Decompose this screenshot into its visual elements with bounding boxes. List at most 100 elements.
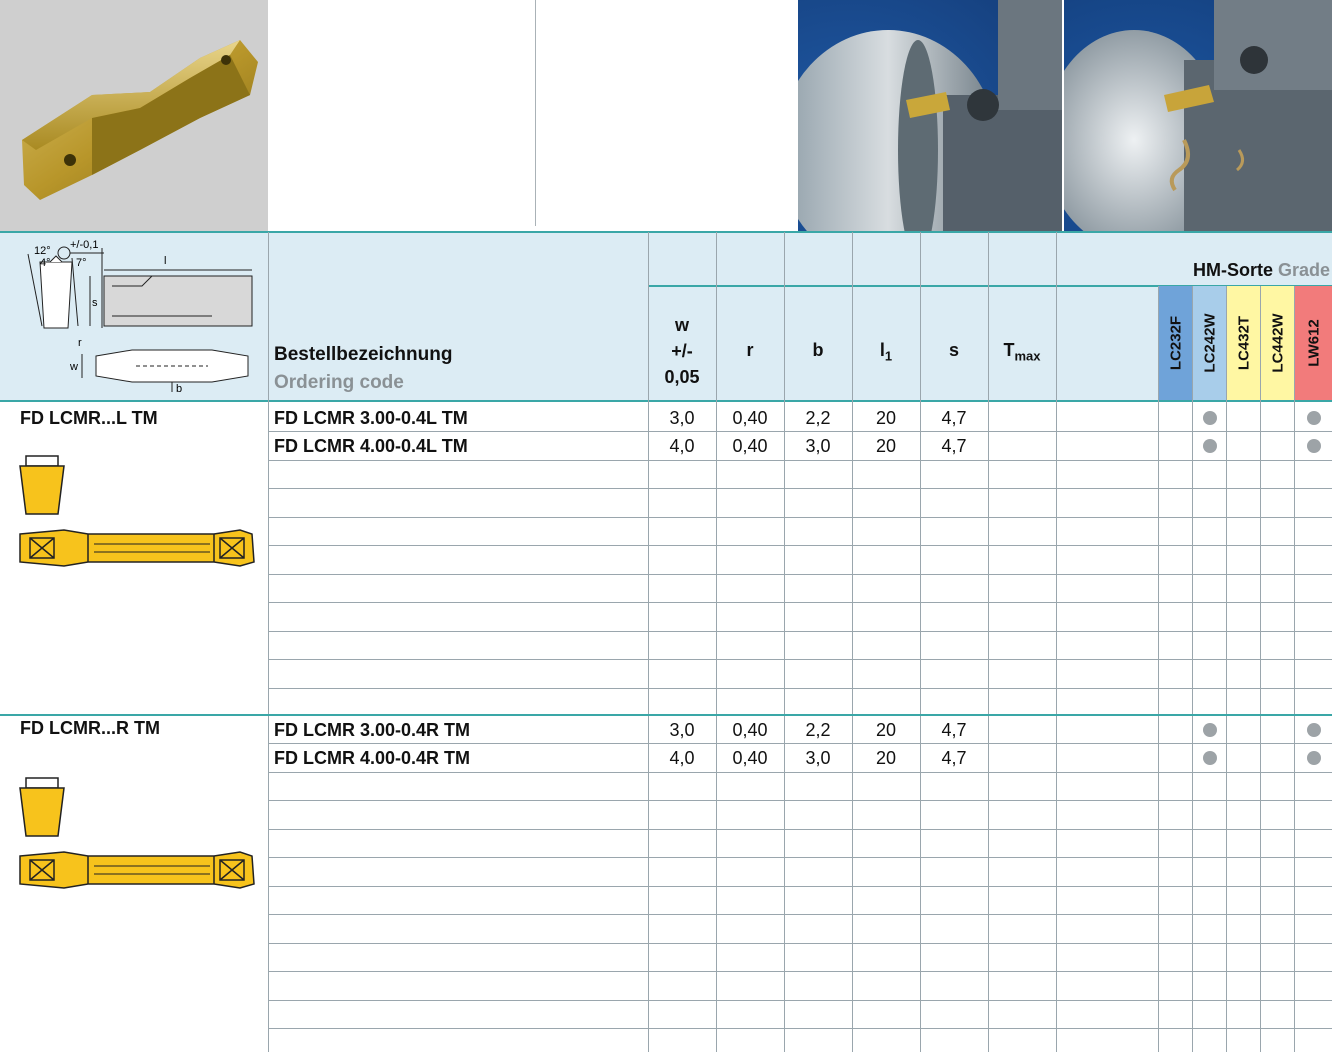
row-l1: 20 — [875, 436, 897, 456]
row-s: 4,7 — [941, 748, 967, 768]
designation-header-de: Bestellbezeichnung — [274, 344, 453, 365]
row-r: 0,40 — [732, 436, 768, 456]
row-divider — [268, 828, 1332, 830]
row-r: 0,40 — [732, 748, 768, 768]
grade-dot-lw612 — [1307, 411, 1321, 425]
row-divider — [268, 800, 1332, 801]
family-title-r: FD LCMR...R TM — [20, 718, 160, 738]
row-divider — [268, 942, 1332, 944]
col-header-tmax-main: T — [1003, 340, 1015, 360]
grade-lc442w: LC442W — [1261, 286, 1295, 400]
grade-lc232f: LC232F — [1159, 286, 1193, 400]
drawing-w: w — [69, 361, 78, 373]
row-b: 3,0 — [805, 436, 831, 456]
drawing-angle-4: 4° — [40, 257, 51, 269]
row-r: 0,40 — [732, 408, 768, 428]
row-divider — [268, 488, 1332, 489]
machining-photo-2 — [1064, 0, 1332, 232]
grade-header-en: Grade — [1277, 260, 1330, 280]
row-divider — [268, 971, 1332, 972]
col-header-l1: l1 — [852, 340, 920, 364]
col-divider — [920, 232, 921, 1052]
row-divider — [268, 573, 1332, 575]
dimension-drawing: 12° 4° 7° +/-0,1 l s r w b — [12, 236, 264, 398]
row-code: FD LCMR 3.00-0.4R TM — [274, 720, 471, 740]
row-b: 2,2 — [805, 720, 831, 740]
drawing-angle-7: 7° — [76, 257, 87, 269]
drawing-angle-12: 12° — [34, 245, 51, 257]
grade-dot-lc242w — [1203, 751, 1217, 765]
row-s: 4,7 — [941, 436, 967, 456]
grade-lw612: LW612 — [1295, 286, 1332, 400]
col-divider — [852, 232, 853, 1052]
grade-lc442w-label: LC442W — [1269, 313, 1287, 373]
col-divider — [1260, 286, 1261, 1052]
row-r: 0,40 — [732, 720, 768, 740]
header-divider — [535, 0, 536, 226]
row-w: 4,0 — [669, 748, 695, 768]
family-title-l: FD LCMR...L TM — [20, 408, 158, 428]
row-divider — [268, 602, 1332, 603]
col-divider — [648, 232, 649, 1052]
grade-dot-lc242w — [1203, 411, 1217, 425]
drawing-l1: l — [164, 255, 166, 267]
row-b: 3,0 — [805, 748, 831, 768]
grade-lc232f-label: LC232F — [1167, 315, 1185, 371]
row-w: 3,0 — [669, 408, 695, 428]
col-divider — [268, 232, 269, 1052]
row-code: FD LCMR 3.00-0.4L TM — [274, 408, 468, 428]
col-divider — [1294, 286, 1295, 1052]
row-divider — [268, 659, 1332, 660]
row-divider — [268, 516, 1332, 518]
row-code: FD LCMR 4.00-0.4R TM — [274, 748, 471, 768]
grade-dot-lc242w — [1203, 439, 1217, 453]
row-divider — [268, 885, 1332, 887]
insert-icon-r — [14, 772, 258, 902]
header-bottom-rule — [0, 400, 1332, 402]
col-divider — [1226, 286, 1227, 1052]
row-s: 4,7 — [941, 720, 967, 740]
grade-lc432t-label: LC432T — [1235, 315, 1253, 371]
drawing-tolerance: +/-0,1 — [70, 239, 98, 251]
row-divider — [268, 914, 1332, 915]
col-divider — [1056, 232, 1057, 1052]
row-code: FD LCMR 4.00-0.4L TM — [274, 436, 468, 456]
col-divider — [1192, 286, 1193, 1052]
row-b: 2,2 — [805, 408, 831, 428]
designation-header-en: Ordering code — [274, 372, 404, 393]
col-header-tmax: Tmax — [988, 340, 1056, 364]
grade-header: HM-Sorte Grade — [1160, 260, 1330, 281]
row-w: 3,0 — [669, 720, 695, 740]
row-divider — [268, 545, 1332, 546]
row-divider — [268, 857, 1332, 858]
col-divider — [784, 232, 785, 1052]
col-divider — [716, 232, 717, 1052]
grade-lc432t: LC432T — [1227, 286, 1261, 400]
grade-lc242w: LC242W — [1193, 286, 1227, 400]
drawing-r: r — [78, 337, 82, 349]
row-divider — [268, 630, 1332, 632]
insert-photo — [0, 0, 268, 232]
insert-icon-l — [14, 450, 258, 580]
grade-header-de: HM-Sorte — [1192, 260, 1273, 280]
grade-dot-lw612 — [1307, 723, 1321, 737]
machining-photo-1 — [798, 0, 1062, 232]
row-s: 4,7 — [941, 408, 967, 428]
col-divider — [1158, 286, 1159, 1052]
col-header-b: b — [812, 340, 824, 360]
col-header-w: w +/- 0,05 — [648, 312, 716, 390]
grade-dot-lc242w — [1203, 723, 1217, 737]
row-l1: 20 — [875, 408, 897, 428]
grade-lw612-label: LW612 — [1305, 319, 1322, 367]
drawing-b: b — [176, 383, 182, 395]
drawing-s: s — [92, 297, 98, 309]
col-divider — [988, 232, 989, 1052]
row-divider — [268, 687, 1332, 689]
row-l1: 20 — [875, 748, 897, 768]
row-divider — [268, 999, 1332, 1001]
col-header-r: r — [746, 340, 754, 360]
col-header-l1-sub: 1 — [884, 348, 893, 364]
grade-dot-lw612 — [1307, 439, 1321, 453]
col-header-s: s — [948, 340, 959, 360]
header-top-rule — [0, 231, 1332, 233]
